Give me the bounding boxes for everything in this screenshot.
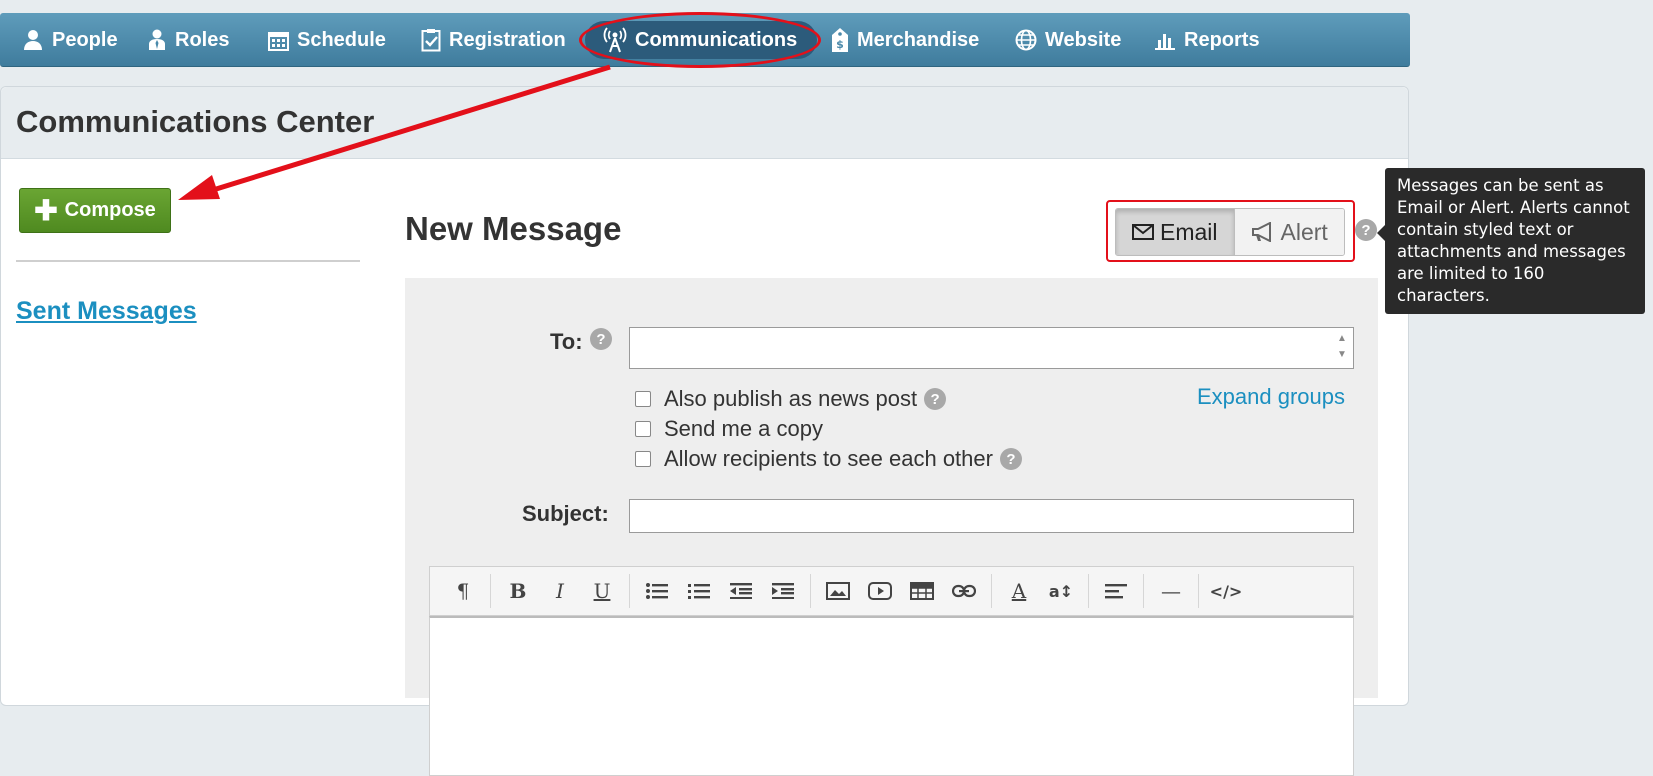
message-type-help-icon[interactable]: ? xyxy=(1355,219,1377,241)
nav-item-communications[interactable]: Communications xyxy=(585,21,818,59)
calendar-icon xyxy=(268,30,289,51)
compose-label: Compose xyxy=(64,199,156,221)
broadcast-icon xyxy=(603,27,627,53)
toolbar-group xyxy=(811,574,992,608)
price-tag-icon: $ xyxy=(831,27,849,53)
message-type-toggle: Email Alert xyxy=(1115,208,1345,256)
message-type-tooltip: Messages can be sent as Email or Alert. … xyxy=(1377,168,1645,314)
nav-item-label: Roles xyxy=(175,28,230,51)
annotation-box: Email Alert xyxy=(1106,200,1355,262)
option-label: Send me a copy xyxy=(664,416,823,441)
toolbar-group xyxy=(630,574,811,608)
nav-item-schedule[interactable]: Schedule xyxy=(268,13,386,67)
svg-text:$: $ xyxy=(836,38,844,51)
alert-label: Alert xyxy=(1280,218,1328,245)
nav-item-label: Communications xyxy=(635,28,798,51)
toolbar-group: ¶ xyxy=(436,574,491,608)
subject-input[interactable] xyxy=(629,499,1354,533)
nav-item-people[interactable]: People xyxy=(22,13,118,67)
option-label: Also publish as news post xyxy=(664,386,918,411)
subject-label: Subject: xyxy=(522,501,609,526)
italic-icon[interactable]: I xyxy=(539,574,581,608)
to-scroll-arrows[interactable]: ▲ ▼ xyxy=(1333,331,1351,365)
insert-link-icon[interactable] xyxy=(943,574,985,608)
numbered-list-icon[interactable] xyxy=(678,574,720,608)
nav-item-label: Schedule xyxy=(297,28,386,51)
horizontal-rule-icon[interactable]: — xyxy=(1150,574,1192,608)
nav-item-label: Registration xyxy=(449,28,566,51)
insert-image-icon[interactable] xyxy=(817,574,859,608)
nav-item-reports[interactable]: Reports xyxy=(1154,13,1260,67)
underline-icon[interactable]: U xyxy=(581,574,623,608)
toolbar-group: B I U xyxy=(491,574,630,608)
nav-item-website[interactable]: Website xyxy=(1015,13,1121,67)
nav-item-label: People xyxy=(52,28,118,51)
nav-item-label: Website xyxy=(1045,28,1122,51)
paragraph-format-icon[interactable]: ¶ xyxy=(442,574,484,608)
nav-item-label: Merchandise xyxy=(857,28,980,51)
checkbox[interactable] xyxy=(635,451,651,467)
person-icon xyxy=(22,29,44,51)
toolbar-group: — xyxy=(1144,574,1199,608)
nav-item-merchandise[interactable]: $ Merchandise xyxy=(831,13,979,67)
font-size-icon[interactable]: a↕ xyxy=(1040,574,1082,608)
email-toggle-button[interactable]: Email xyxy=(1116,209,1235,255)
megaphone-icon xyxy=(1251,222,1275,242)
nav-item-registration[interactable]: Registration xyxy=(421,13,566,67)
toolbar-group: A a↕ xyxy=(992,574,1089,608)
nav-item-label: Reports xyxy=(1184,28,1260,51)
option-send-copy[interactable]: Send me a copy xyxy=(635,416,823,442)
bulleted-list-icon[interactable] xyxy=(636,574,678,608)
bold-icon[interactable]: B xyxy=(497,574,539,608)
compose-button[interactable]: ✚ Compose xyxy=(19,188,171,233)
font-color-icon[interactable]: A xyxy=(998,574,1040,608)
insert-table-icon[interactable] xyxy=(901,574,943,608)
outdent-icon[interactable] xyxy=(720,574,762,608)
new-message-title: New Message xyxy=(405,210,622,247)
to-label: To: xyxy=(550,329,583,354)
sent-messages-link[interactable]: Sent Messages xyxy=(16,297,197,326)
to-help-icon[interactable]: ? xyxy=(590,328,612,350)
insert-video-icon[interactable] xyxy=(859,574,901,608)
checkbox[interactable] xyxy=(635,391,651,407)
toolbar-group: </> xyxy=(1199,574,1253,608)
toolbar-group xyxy=(1089,574,1144,608)
option-recipients-see-each-other[interactable]: Allow recipients to see each other ? xyxy=(635,446,1022,472)
code-view-icon[interactable]: </> xyxy=(1205,574,1247,608)
envelope-icon xyxy=(1132,224,1154,240)
nav-item-roles[interactable]: Roles xyxy=(147,13,229,67)
to-input[interactable]: ▲ ▼ xyxy=(629,327,1354,369)
option-label: Allow recipients to see each other xyxy=(664,446,993,471)
alert-toggle-button[interactable]: Alert xyxy=(1234,209,1344,255)
editor-body[interactable] xyxy=(429,616,1354,776)
page-title: Communications Center xyxy=(16,104,375,139)
plus-icon: ✚ xyxy=(34,194,58,226)
clipboard-icon xyxy=(421,28,441,52)
top-navigation: People Roles Schedule Registration Commu… xyxy=(0,13,1410,67)
roles-icon xyxy=(147,29,167,51)
editor-toolbar: ¶ B I U A a↕ — </> xyxy=(429,566,1354,616)
expand-groups-link[interactable]: Expand groups xyxy=(1197,384,1345,410)
globe-icon xyxy=(1015,29,1037,51)
recipients-help-icon[interactable]: ? xyxy=(999,448,1022,470)
publish-help-icon[interactable]: ? xyxy=(924,388,947,410)
checkbox[interactable] xyxy=(635,421,651,437)
sidebar-divider xyxy=(16,260,360,262)
align-icon[interactable] xyxy=(1095,574,1137,608)
option-publish-news[interactable]: Also publish as news post ? xyxy=(635,386,947,412)
bar-chart-icon xyxy=(1154,30,1176,50)
indent-icon[interactable] xyxy=(762,574,804,608)
email-label: Email xyxy=(1160,218,1218,245)
